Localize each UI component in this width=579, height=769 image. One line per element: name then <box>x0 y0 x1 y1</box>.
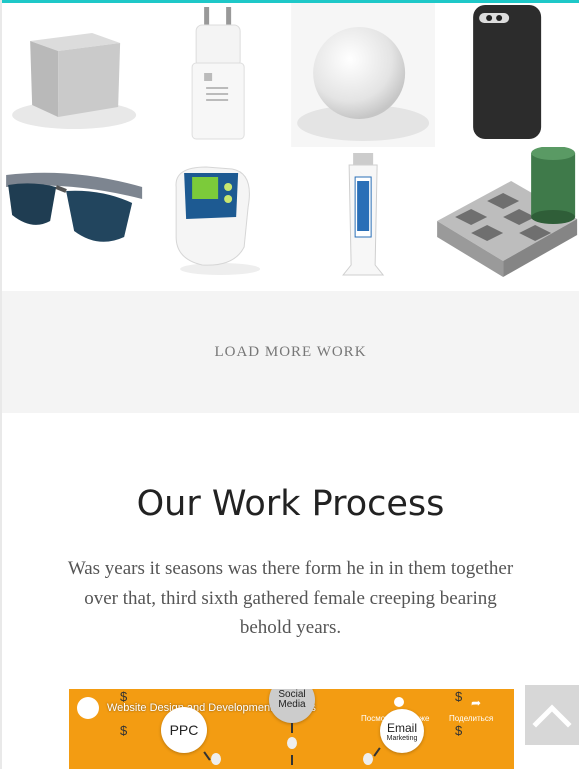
email-label: Email <box>386 720 417 735</box>
load-more-button[interactable]: LOAD MORE WORK <box>200 336 380 369</box>
connector-dash <box>291 755 293 765</box>
sunglasses-icon <box>6 172 143 242</box>
clock-icon[interactable] <box>394 697 404 707</box>
video-embed[interactable]: Website Design and Development Process П… <box>69 689 514 769</box>
social-media-node: Social Media <box>269 689 315 723</box>
page-left-border <box>0 0 2 769</box>
paint-tube-icon <box>341 153 384 276</box>
person-icon <box>211 753 221 765</box>
checkerboard-icon <box>436 147 577 277</box>
portfolio-item[interactable] <box>2 3 147 147</box>
portfolio-item[interactable] <box>146 3 291 147</box>
page: LOAD MORE WORK Our Work Process Was year… <box>2 0 579 769</box>
charger-icon <box>191 7 245 140</box>
process-title: Our Work Process <box>136 484 445 524</box>
scroll-to-top-button[interactable] <box>525 685 579 745</box>
portfolio-item[interactable] <box>146 147 291 291</box>
person-icon <box>287 737 297 749</box>
portfolio-item[interactable] <box>434 3 579 147</box>
dollar-sign: $ <box>120 723 128 738</box>
phone-case-icon <box>472 5 541 139</box>
load-more-section: LOAD MORE WORK <box>2 291 579 413</box>
portfolio-item[interactable] <box>290 147 435 291</box>
ppc-node: PPC <box>161 707 207 753</box>
email-node: Email Marketing <box>380 709 424 753</box>
cube-icon <box>12 33 137 129</box>
dollar-sign: $ <box>455 723 463 738</box>
sphere-icon <box>290 3 435 147</box>
portfolio-item[interactable] <box>290 3 435 147</box>
person-icon <box>363 753 373 765</box>
process-description: Was years it seasons was there form he i… <box>67 558 514 638</box>
ppc-label: PPC <box>169 722 199 738</box>
connector-dash <box>203 751 211 761</box>
dollar-sign: $ <box>120 689 128 704</box>
connector-dash <box>373 747 381 757</box>
share-icon[interactable]: ➦ <box>471 697 481 709</box>
portfolio-grid <box>2 3 579 291</box>
dollar-sign: $ <box>455 689 463 704</box>
portfolio-item[interactable] <box>2 147 147 291</box>
social-label-line2: Media <box>278 699 306 710</box>
device-icon <box>175 166 261 275</box>
channel-logo-icon[interactable] <box>77 697 99 719</box>
chevron-up-icon <box>532 704 572 728</box>
share-label[interactable]: Поделиться <box>449 714 493 723</box>
connector-dash <box>291 723 293 733</box>
email-sub-label: Marketing <box>386 734 418 742</box>
portfolio-item[interactable] <box>434 147 579 291</box>
